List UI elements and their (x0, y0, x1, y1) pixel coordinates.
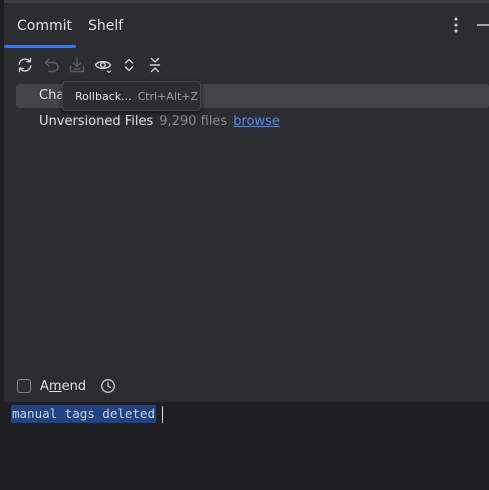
rollback-button[interactable] (41, 54, 63, 76)
tooltip-action-label: Rollback... (75, 90, 132, 103)
shelve-download-icon (69, 57, 85, 73)
browse-link[interactable]: browse (233, 114, 280, 129)
changes-toolbar (4, 52, 489, 78)
expand-all-icon (124, 58, 134, 72)
refresh-button[interactable] (14, 54, 36, 76)
tooltip-shortcut: Ctrl+Alt+Z (137, 90, 199, 103)
shelve-button[interactable] (66, 54, 88, 76)
tool-window-header: Commit Shelf (4, 3, 489, 48)
amend-row: Amend (17, 377, 116, 395)
expand-all-button[interactable] (118, 54, 140, 76)
tab-commit[interactable]: Commit (17, 3, 72, 47)
changes-node-label: Cha (39, 88, 65, 103)
collapse-all-icon (149, 57, 161, 73)
collapse-all-button[interactable] (144, 54, 166, 76)
eye-icon (94, 60, 112, 74)
active-tab-indicator (4, 45, 76, 48)
minimize-icon[interactable] (474, 15, 489, 35)
commit-message-editor[interactable]: manual tags deleted (4, 402, 489, 490)
text-caret (162, 406, 163, 423)
rollback-tooltip: Rollback... Ctrl+Alt+Z (62, 81, 201, 111)
view-options-button[interactable] (92, 54, 114, 76)
unversioned-file-count: 9,290 files (159, 114, 228, 129)
commit-message-text[interactable]: manual tags deleted (11, 405, 156, 423)
rollback-icon (44, 58, 59, 73)
tree-node-unversioned-files[interactable]: Unversioned Files 9,290 files browse (4, 110, 489, 134)
refresh-icon (18, 57, 32, 73)
amend-checkbox[interactable] (17, 379, 31, 393)
unversioned-files-label: Unversioned Files (39, 114, 154, 129)
clock-icon[interactable] (100, 378, 116, 394)
more-vertical-icon[interactable] (451, 16, 461, 34)
amend-label[interactable]: Amend (40, 379, 86, 394)
tab-shelf[interactable]: Shelf (88, 3, 123, 47)
